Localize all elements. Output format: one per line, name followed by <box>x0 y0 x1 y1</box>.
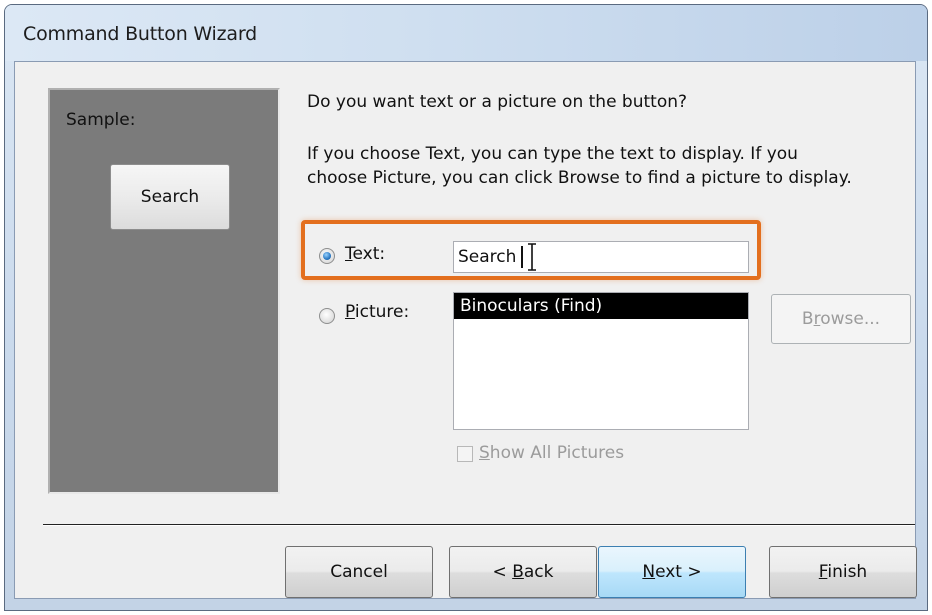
text-radio[interactable] <box>319 248 335 264</box>
text-label-mnemonic: T <box>345 244 353 264</box>
wizard-body: Sample: Search Do you want text or a pic… <box>14 61 917 599</box>
picture-radio[interactable] <box>319 308 335 324</box>
next-button[interactable]: Next > <box>598 546 746 598</box>
sample-preview-button: Search <box>110 164 230 230</box>
wizard-question: Do you want text or a picture on the but… <box>307 92 688 112</box>
footer-separator <box>43 524 915 525</box>
help-line-1: If you choose Text, you can type the tex… <box>307 144 798 164</box>
browse-label-rest: owse... <box>820 309 881 329</box>
sample-panel: Sample: Search <box>48 88 280 494</box>
window-title: Command Button Wizard <box>23 23 257 45</box>
picture-label-mnemonic: P <box>345 302 355 322</box>
text-radio-label[interactable]: Text: <box>345 244 385 264</box>
show-all-rest: how All Pictures <box>489 443 625 463</box>
browse-button[interactable]: Browse... <box>771 294 911 344</box>
button-text-input[interactable] <box>453 241 749 273</box>
wizard-window: Command Button Wizard Sample: Search Do … <box>4 4 928 611</box>
sample-label: Sample: <box>66 110 136 130</box>
next-label-mnemonic: N <box>642 562 656 582</box>
ibeam-cursor-icon <box>528 243 536 271</box>
help-line-2: choose Picture, you can click Browse to … <box>307 168 852 188</box>
show-all-pictures-checkbox[interactable] <box>457 446 473 462</box>
back-label-prefix: < <box>492 562 513 582</box>
back-label-rest: ack <box>523 562 554 582</box>
back-label-mnemonic: B <box>512 562 524 582</box>
picture-list[interactable]: Binoculars (Find) <box>453 292 749 430</box>
show-all-pictures-label[interactable]: Show All Pictures <box>479 443 624 463</box>
cancel-button[interactable]: Cancel <box>285 546 433 598</box>
text-caret <box>521 246 523 268</box>
wizard-help-text: If you choose Text, you can type the tex… <box>307 142 907 190</box>
back-button[interactable]: < Back <box>449 546 597 598</box>
show-all-mnemonic: S <box>479 443 490 463</box>
browse-label-b: B <box>801 309 814 329</box>
title-bar[interactable]: Command Button Wizard <box>5 5 927 61</box>
list-item[interactable]: Binoculars (Find) <box>454 293 748 319</box>
finish-label-rest: inish <box>827 562 868 582</box>
picture-label-rest: icture: <box>354 302 410 322</box>
finish-button[interactable]: Finish <box>769 546 917 598</box>
picture-radio-label[interactable]: Picture: <box>345 302 409 322</box>
text-label-rest: ext: <box>352 244 386 264</box>
next-label-rest: ext > <box>655 562 702 582</box>
